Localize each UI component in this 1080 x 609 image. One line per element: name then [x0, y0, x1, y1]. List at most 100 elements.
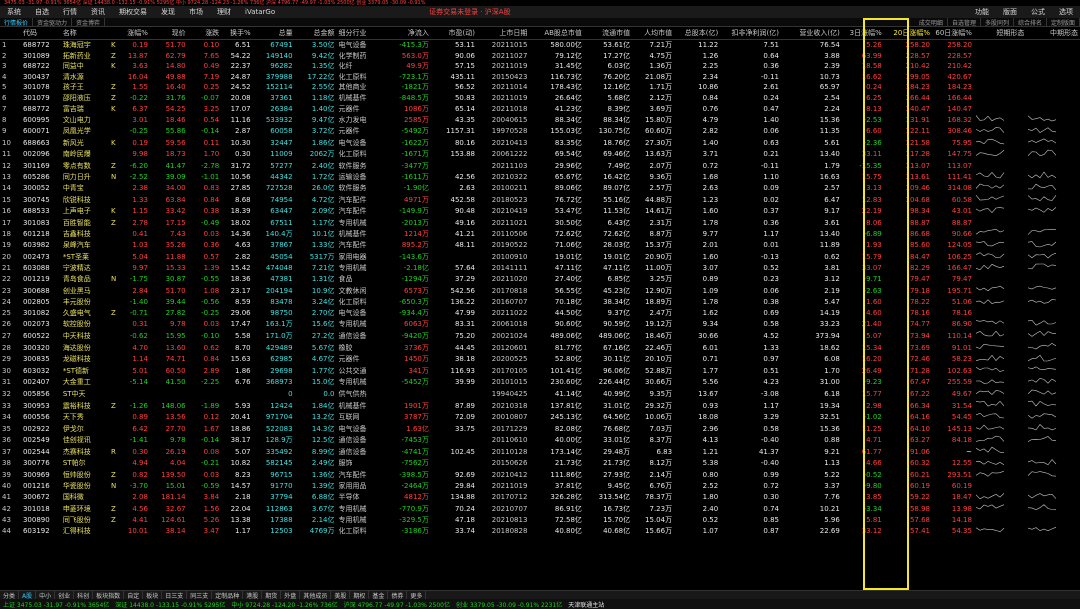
- table-row[interactable]: 30 603032 *ST德新 5.01 60.50 2.89 1.86 29698 1.77亿…: [0, 365, 1080, 377]
- table-row[interactable]: 18 601218 吉鑫科技 0.41 7.43 0.03 14.36 140.4万 10.1亿…: [0, 228, 1080, 240]
- table-row[interactable]: 11 002096 南岭民爆 9.98 18.73 1.70 0.30 11009 2062万化…: [0, 149, 1080, 161]
- table-row[interactable]: 14 300052 中青宝 2.38 34.00 0.83 27.85 727528 26.0亿…: [0, 183, 1080, 195]
- tab-trade-detail[interactable]: 成交明细: [915, 17, 948, 27]
- column-header[interactable]: 流通市值: [583, 28, 633, 40]
- menu-watchlist[interactable]: 自选: [28, 7, 56, 17]
- menu-market[interactable]: 市场: [182, 7, 210, 17]
- column-header[interactable]: 3日涨幅%: [841, 28, 884, 40]
- table-row[interactable]: 36 002549 佳创视讯 -1.41 9.78 -0.14 38.17 128.9万 12.…: [0, 435, 1080, 447]
- login-notice[interactable]: 证券交易未登录 · 沪深A股: [422, 7, 517, 17]
- index-cy[interactable]: 创业 3379.05 -30.09 -0.91% 2231亿: [456, 600, 562, 609]
- column-header[interactable]: 总金额: [294, 28, 337, 40]
- table-row[interactable]: 43 300890 同飞股份 Z 4.41 124.61 5.26 13.38 17388 2.1…: [0, 515, 1080, 526]
- table-row[interactable]: 26 002073 软控股份 0.31 9.78 0.03 17.47 163.1万 15.6亿…: [0, 319, 1080, 331]
- menu-formula[interactable]: 公式: [1024, 7, 1052, 17]
- column-header[interactable]: [0, 28, 21, 40]
- table-row[interactable]: 32 005856 ST中天 0 0.0 供气供热 19940425 41.14亿 40.99亿…: [0, 388, 1080, 400]
- column-header[interactable]: 短期形态: [973, 28, 1027, 40]
- table-row[interactable]: 28 300320 海达股份 4.70 13.60 0.62 8.70 429489 5.67亿…: [0, 342, 1080, 354]
- table-row[interactable]: 33 300953 震裕科技 Z -1.26 148.06 -1.89 5.93 12424 1.…: [0, 400, 1080, 412]
- table-row[interactable]: 34 600556 天下秀 0.89 13.56 0.12 20.41 971704 13.2亿…: [0, 412, 1080, 424]
- tab-multi-stock[interactable]: 多股同列: [981, 17, 1014, 27]
- table-row[interactable]: 16 688533 上声电子 K 1.15 33.42 0.38 18.39 63447 2.09…: [0, 206, 1080, 218]
- table-row[interactable]: 8 600995 文山电力 3.01 18.46 0.54 11.16 533932 9.47亿…: [0, 114, 1080, 126]
- column-header[interactable]: 名称: [60, 28, 117, 40]
- table-row[interactable]: 1 688772 珠海冠宇 K 0.19 51.70 0.10 6.51 67491 3.50亿电…: [0, 40, 1080, 51]
- index-sh[interactable]: 上证 3475.03 -31.97 -0.91% 3654亿: [3, 600, 109, 609]
- column-header[interactable]: 市盈(动): [430, 28, 477, 40]
- menu-finance[interactable]: 理财: [210, 7, 238, 17]
- table-row[interactable]: 22 001219 青岛食品 N -1.75 30.87 -0.55 18.36 47381 1.…: [0, 274, 1080, 285]
- table-row[interactable]: 10 688663 新风光 K 0.19 59.56 0.11 10.30 32447 1.86亿…: [0, 137, 1080, 149]
- column-header[interactable]: 涨跌: [187, 28, 222, 40]
- column-header[interactable]: 中期形态: [1026, 28, 1080, 40]
- menu-options[interactable]: 期权交易: [112, 7, 154, 17]
- value-cell: 42.56: [454, 172, 475, 181]
- table-row[interactable]: 7 688772 富吉瑞 K 6.37 54.25 3.25 17.07 26384 1.40亿元…: [0, 104, 1080, 115]
- table-row[interactable]: 24 002805 丰元股份 -1.40 39.44 -0.56 8.59 83478 3.24…: [0, 297, 1080, 309]
- index-zx[interactable]: 中小 9724.28 -124.20 -1.26% 736亿: [231, 600, 337, 609]
- value-cell: 6.85亿: [607, 275, 631, 284]
- column-header[interactable]: 扣非净利润(亿): [720, 28, 782, 40]
- column-header[interactable]: 人均市值: [632, 28, 675, 40]
- menu-quotes[interactable]: 行情: [56, 7, 84, 17]
- table-row[interactable]: 25 301082 久盛电气 Z -0.71 27.82 -0.25 29.06 98750 2.…: [0, 308, 1080, 319]
- column-header[interactable]: 代码: [20, 28, 61, 40]
- table-row[interactable]: 9 600071 凤凰光学 -0.25 55.86 -0.14 2.87 60058 3.72亿…: [0, 126, 1080, 138]
- column-header[interactable]: 总量: [252, 28, 295, 40]
- column-header[interactable]: 60日涨幅%: [931, 28, 974, 40]
- table-row[interactable]: 27 600522 中天科技 -0.62 15.95 -0.10 5.58 171.0万 27.…: [0, 330, 1080, 342]
- row-index: 20: [2, 252, 11, 261]
- tab-ranking[interactable]: 综合排名: [1014, 17, 1047, 27]
- column-header[interactable]: 总股本(亿): [674, 28, 721, 40]
- column-header[interactable]: 细分行业: [336, 28, 385, 40]
- change-cell: 60.19: [909, 482, 930, 491]
- table-row[interactable]: 20 002473 *ST圣莱 5.04 11.88 0.57 2.82 45054 5317万…: [0, 251, 1080, 263]
- listing-date: 20180828: [491, 527, 528, 536]
- table-row[interactable]: 38 300776 ST帕尔 4.94 4.04 -0.21 10.82 582145 2.49…: [0, 458, 1080, 470]
- tab-quotes[interactable]: 行情报价: [0, 17, 34, 27]
- table-row[interactable]: 44 603192 汇得科技 10.01 38.14 3.47 1.17 12503 4769万…: [0, 526, 1080, 538]
- table-row[interactable]: 15 300745 欣锐科技 1.33 63.84 0.84 8.68 74954 4.72亿汽…: [0, 194, 1080, 206]
- table-row[interactable]: 31 002407 大金重工 -5.14 41.50 -2.25 6.76 368973 15.…: [0, 377, 1080, 389]
- column-header[interactable]: 现价: [149, 28, 188, 40]
- table-row[interactable]: 35 002922 伊戈尔 6.42 27.70 1.67 18.86 522083 14.3亿…: [0, 423, 1080, 435]
- table-row[interactable]: 2 301089 拓新药业 Z 13.87 62.79 7.65 54.22 149140 9.4…: [0, 51, 1080, 62]
- table-row[interactable]: 4 300437 清水源 16.04 49.88 7.19 24.87 379988 17.22…: [0, 72, 1080, 83]
- column-header[interactable]: 净流入: [384, 28, 431, 40]
- column-header[interactable]: 涨幅%: [116, 28, 150, 40]
- table-row[interactable]: 41 300672 国科微 2.08 181.14 3.84 2.18 37794 6.88亿半…: [0, 492, 1080, 504]
- table-row[interactable]: 39 300969 恒帅股份 Z 0.82 139.50 0.03 8.23 96715 1.36…: [0, 470, 1080, 482]
- table-row[interactable]: 37 002544 杰赛科技 R 0.30 26.19 0.08 5.07 335492 8.99…: [0, 446, 1080, 458]
- menu-news[interactable]: 资讯: [84, 7, 112, 17]
- table-row[interactable]: 42 301018 申菱环境 Z 4.56 32.67 1.56 22.04 112863 3.6…: [0, 503, 1080, 515]
- column-header[interactable]: 换手%: [221, 28, 253, 40]
- table-row[interactable]: 29 300835 龙磁科技 1.14 74.71 0.84 15.63 62985 4.67亿…: [0, 354, 1080, 366]
- table-row[interactable]: 3 688722 同益中 K 3.63 14.80 0.49 22.37 96282 1.35亿化…: [0, 61, 1080, 72]
- index-hs[interactable]: 沪深 4796.77 -49.97 -1.03% 2500亿: [344, 600, 450, 609]
- tab-custom-layout[interactable]: 定制版面: [1047, 17, 1080, 27]
- menu-function[interactable]: 功能: [968, 7, 996, 17]
- column-header[interactable]: 营业收入(亿): [781, 28, 842, 40]
- menu-settings[interactable]: 选项: [1052, 7, 1080, 17]
- column-header[interactable]: 20日涨幅%: [883, 28, 932, 40]
- tab-capital-flow[interactable]: 资金驱动力: [33, 17, 73, 27]
- tab-watchlist-manage[interactable]: 自选管理: [948, 17, 981, 27]
- table-row[interactable]: 23 300688 创业黑马 2.84 51.70 1.08 23.17 204194 10.9…: [0, 285, 1080, 297]
- table-row[interactable]: 5 301078 孩子王 Z 1.55 16.40 0.25 24.52 152114 2.55亿…: [0, 82, 1080, 93]
- table-row[interactable]: 12 301169 零点有数 Z -6.20 41.47 -2.78 31.72 57277 2.…: [0, 161, 1080, 172]
- table-row[interactable]: 40 001216 华瓷股份 N -3.70 15.01 -0.59 14.57 91770 1.…: [0, 481, 1080, 492]
- menu-system[interactable]: 系统: [0, 7, 28, 17]
- index-sz[interactable]: 深证 14438.0 -133.15 -0.91% 5295亿: [115, 600, 225, 609]
- table-row[interactable]: 17 301083 百胜智能 Z 2.78 17.15 -0.49 18.02 67511 1.1…: [0, 218, 1080, 229]
- table-row[interactable]: 6 301079 邵阳液压 Z -0.22 31.76 -0.07 20.08 37361 1.1…: [0, 93, 1080, 104]
- column-header[interactable]: AB股总市值: [529, 28, 584, 40]
- menu-discover[interactable]: 发现: [154, 7, 182, 17]
- table-row[interactable]: 13 605286 同力日升 N -2.52 39.09 -1.01 10.56 44342 1.…: [0, 171, 1080, 183]
- column-header[interactable]: 上市日期: [476, 28, 530, 40]
- table-row[interactable]: 19 603982 泉峰汽车 1.03 35.26 0.36 4.63 37867 1.33亿汽…: [0, 240, 1080, 252]
- menu-layout[interactable]: 版面: [996, 7, 1024, 17]
- menu-ivatargo[interactable]: iVatarGo: [238, 8, 282, 16]
- table-row[interactable]: 21 603088 宁波精达 9.97 15.33 1.39 15.42 474048 7.21…: [0, 263, 1080, 275]
- tab-capital-game[interactable]: 资金博弈: [72, 17, 106, 27]
